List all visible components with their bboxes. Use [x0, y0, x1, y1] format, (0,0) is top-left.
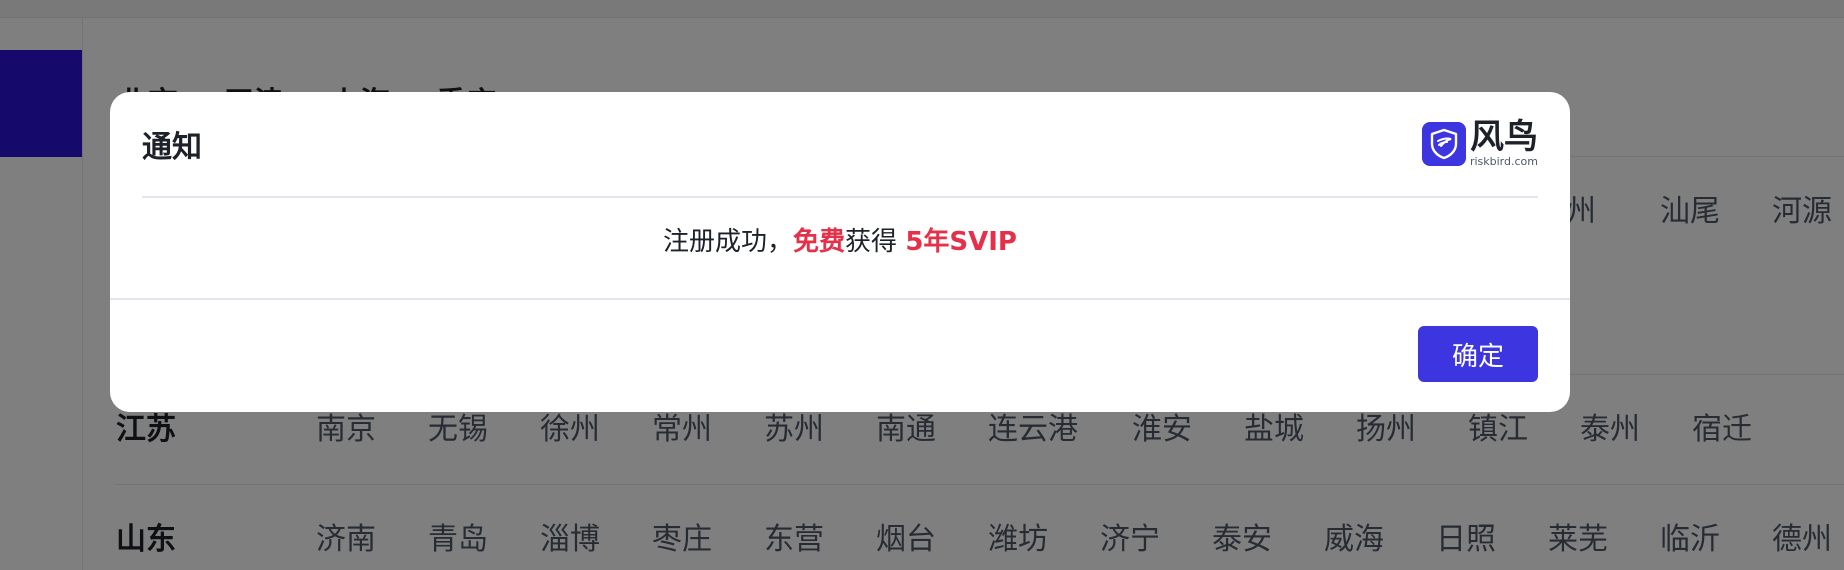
brand-logo: 风鸟 riskbird.com [1421, 117, 1538, 168]
message-reward: 5年SVIP [905, 227, 1017, 257]
modal-body: 注册成功，免费获得 5年SVIP [110, 198, 1570, 300]
modal-header: 通知 风鸟 riskbird.com [142, 92, 1538, 198]
message-free: 免费 [793, 227, 846, 257]
page: 北京 天津 上海 重庆 梅州 汕尾 河源 江苏 南京 无锡 徐州 常州 苏州 南… [0, 0, 1844, 570]
brand-name: 风鸟 [1469, 117, 1538, 157]
modal-title: 通知 [142, 130, 202, 165]
notification-modal: 通知 风鸟 riskbird.com 注册成功，免费获得 5年SVIP 确定 [110, 92, 1570, 412]
brand-domain: riskbird.com [1469, 155, 1538, 168]
message-prefix: 注册成功， [663, 227, 794, 257]
shield-icon [1421, 121, 1466, 166]
modal-footer: 确定 [110, 300, 1570, 412]
message-middle: 获得 [845, 227, 906, 257]
confirm-button[interactable]: 确定 [1418, 326, 1538, 382]
